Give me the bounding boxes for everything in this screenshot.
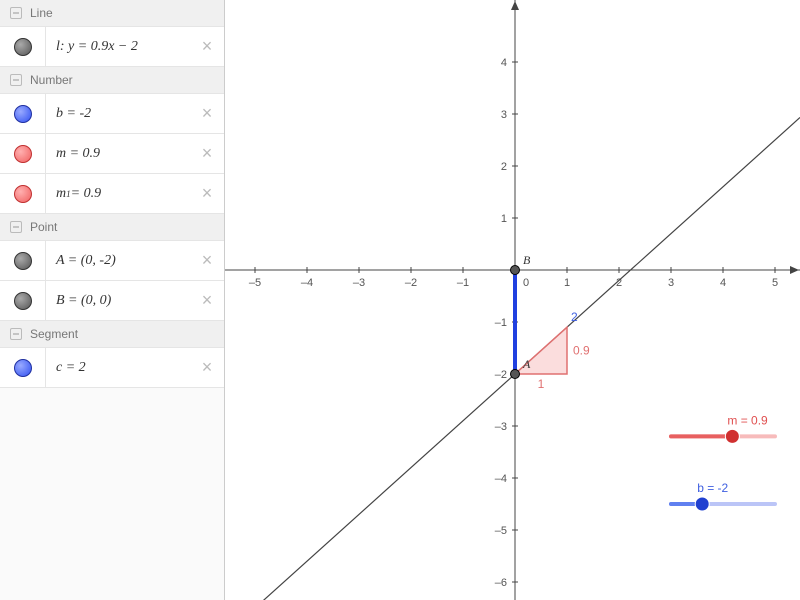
object-row-B[interactable]: B = (0, 0) × [0,281,224,321]
dot-icon [14,359,32,377]
y-tick-label: –1 [495,317,507,329]
object-row-b[interactable]: b = -2 × [0,94,224,134]
x-tick-label: 4 [720,277,726,289]
object-row-m1[interactable]: m1 = 0.9 × [0,174,224,214]
y-tick-label: 3 [501,109,507,121]
dot-icon [14,38,32,56]
graph-view[interactable]: –5–4–3–2–112345–6–5–4–3–2–11234010.92ABm… [225,0,800,600]
collapse-icon[interactable] [10,74,22,86]
y-tick-label: –5 [495,525,507,537]
collapse-icon[interactable] [10,221,22,233]
y-tick-label: –6 [495,577,507,589]
slope-run-label: 1 [538,377,545,391]
app-root: Line l: y = 0.9x − 2 × Number b = -2 × m… [0,0,800,600]
close-icon: × [202,290,213,311]
category-label: Point [30,220,57,234]
graph-canvas[interactable]: –5–4–3–2–112345–6–5–4–3–2–11234010.92ABm… [225,0,800,600]
y-tick-label: 2 [501,161,507,173]
collapse-icon[interactable] [10,328,22,340]
slope-hyp-label: 2 [571,310,578,324]
object-row-m[interactable]: m = 0.9 × [0,134,224,174]
dot-icon [14,252,32,270]
point-B[interactable] [511,266,520,275]
y-tick-label: 1 [501,213,507,225]
object-row-c[interactable]: c = 2 × [0,348,224,388]
dot-icon [14,105,32,123]
delete-button[interactable]: × [190,241,224,280]
close-icon: × [202,36,213,57]
category-number-header[interactable]: Number [0,67,224,94]
close-icon: × [202,103,213,124]
slider-handle[interactable] [695,497,709,511]
x-tick-label: –3 [353,277,365,289]
color-swatch[interactable] [0,348,46,387]
close-icon: × [202,357,213,378]
x-tick-label: 3 [668,277,674,289]
close-icon: × [202,143,213,164]
collapse-icon[interactable] [10,7,22,19]
origin-label: 0 [523,277,529,289]
close-icon: × [202,183,213,204]
x-tick-label: –1 [457,277,469,289]
object-label: b = -2 [46,94,190,133]
color-swatch[interactable] [0,281,46,320]
dot-icon [14,292,32,310]
y-tick-label: –2 [495,369,507,381]
delete-button[interactable]: × [190,281,224,320]
object-label: c = 2 [46,348,190,387]
dot-icon [14,145,32,163]
delete-button[interactable]: × [190,94,224,133]
line-l[interactable] [225,118,800,600]
color-swatch[interactable] [0,134,46,173]
category-segment-header[interactable]: Segment [0,321,224,348]
delete-button[interactable]: × [190,174,224,213]
object-label: m1 = 0.9 [46,174,190,213]
delete-button[interactable]: × [190,27,224,66]
y-tick-label: –4 [495,473,507,485]
x-tick-label: –5 [249,277,261,289]
point-A[interactable] [511,370,520,379]
color-swatch[interactable] [0,27,46,66]
object-row-A[interactable]: A = (0, -2) × [0,241,224,281]
color-swatch[interactable] [0,241,46,280]
x-tick-label: 1 [564,277,570,289]
category-label: Number [30,73,73,87]
slider-handle[interactable] [725,429,739,443]
algebra-sidebar: Line l: y = 0.9x − 2 × Number b = -2 × m… [0,0,225,600]
x-axis-arrow-icon [790,266,799,274]
object-label: B = (0, 0) [46,281,190,320]
category-point-header[interactable]: Point [0,214,224,241]
color-swatch[interactable] [0,94,46,133]
delete-button[interactable]: × [190,134,224,173]
object-label: A = (0, -2) [46,241,190,280]
slider-label: m = 0.9 [727,413,768,427]
color-swatch[interactable] [0,174,46,213]
category-label: Segment [30,327,78,341]
slope-rise-label: 0.9 [573,344,590,358]
y-tick-label: 4 [501,57,507,69]
delete-button[interactable]: × [190,348,224,387]
object-label: m = 0.9 [46,134,190,173]
object-row-line-l[interactable]: l: y = 0.9x − 2 × [0,27,224,67]
point-label-A: A [522,357,531,371]
x-tick-label: 5 [772,277,778,289]
y-axis-arrow-icon [511,1,519,10]
object-label: l: y = 0.9x − 2 [46,27,190,66]
x-tick-label: –2 [405,277,417,289]
category-line-header[interactable]: Line [0,0,224,27]
slider-label: b = -2 [697,481,728,495]
x-tick-label: –4 [301,277,313,289]
close-icon: × [202,250,213,271]
dot-icon [14,185,32,203]
y-tick-label: –3 [495,421,507,433]
category-label: Line [30,6,53,20]
point-label-B: B [523,253,531,267]
